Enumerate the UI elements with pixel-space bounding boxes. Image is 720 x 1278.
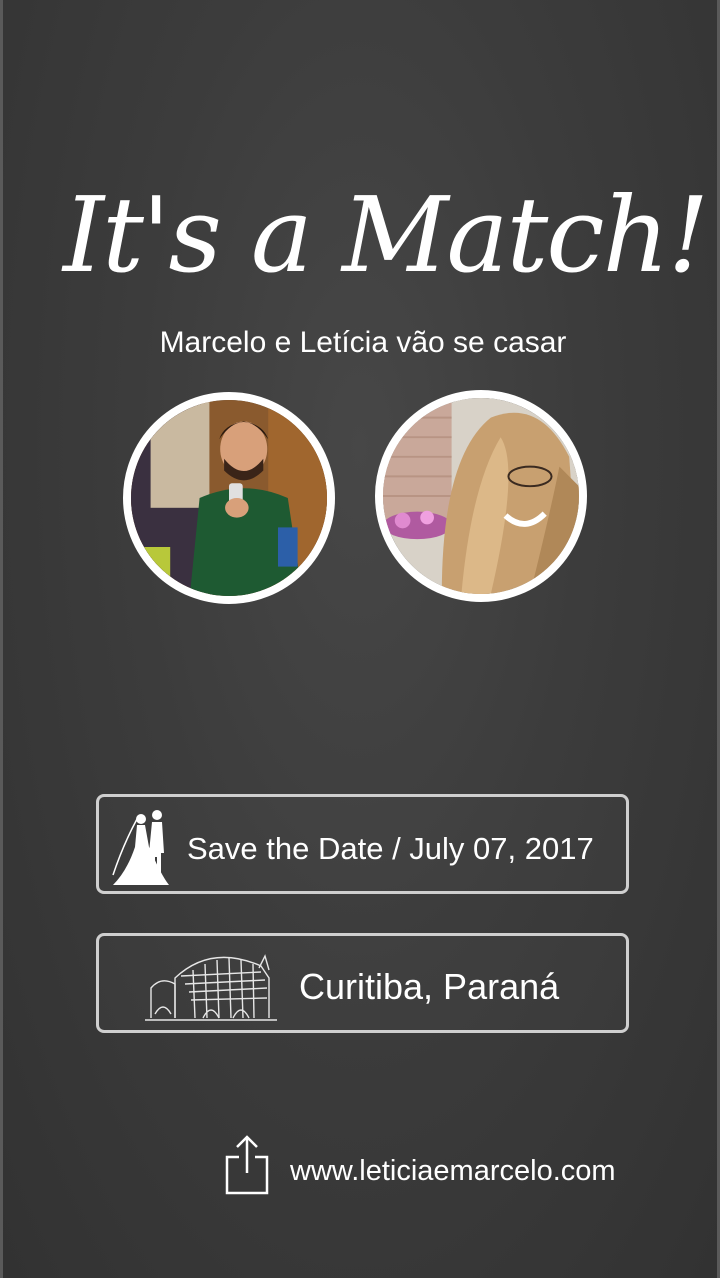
venue-castle-icon [145, 954, 277, 1021]
avatar-marcelo[interactable] [123, 392, 335, 604]
woman-selfie-photo [383, 398, 579, 594]
avatar-leticia[interactable] [375, 390, 587, 602]
page-title: It's a Match! [63, 174, 709, 296]
match-screen: It's a Match! Marcelo e Letícia vão se c… [0, 0, 720, 1278]
man-selfie-photo [131, 400, 327, 596]
website-link[interactable]: www.leticiaemarcelo.com [290, 1155, 616, 1188]
location-box[interactable]: Curitiba, Paraná [96, 933, 629, 1033]
bride-groom-icon [112, 810, 169, 885]
share-icon[interactable] [223, 1133, 271, 1197]
save-the-date-label: Save the Date / July 07, 2017 [187, 831, 594, 866]
save-the-date-box[interactable]: Save the Date / July 07, 2017 [96, 794, 629, 894]
page-subtitle: Marcelo e Letícia vão se casar [159, 326, 567, 359]
location-label: Curitiba, Paraná [299, 966, 560, 1007]
